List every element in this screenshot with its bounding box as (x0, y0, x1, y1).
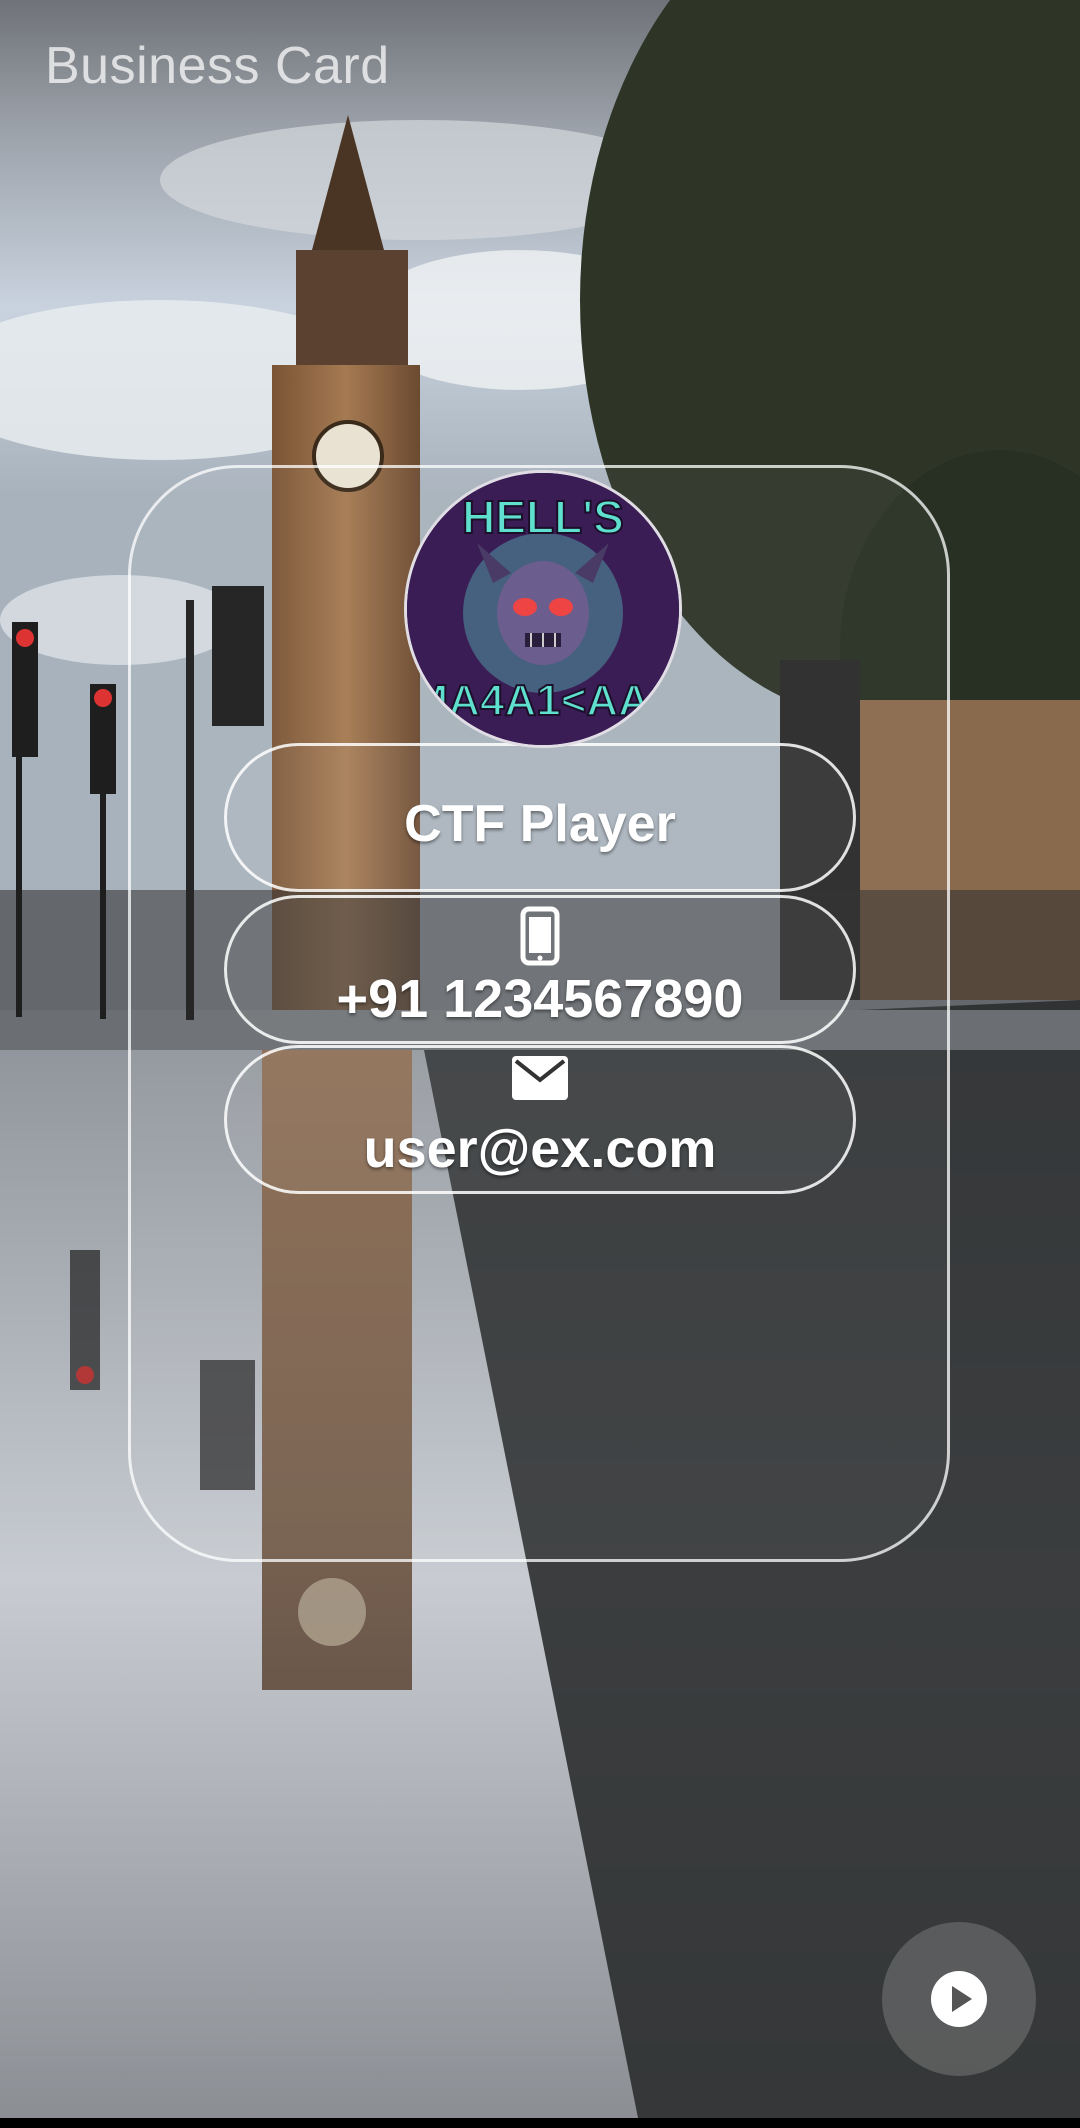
name-text: CTF Player (404, 795, 676, 853)
avatar-logo: HELL'S MA4A1<AA1 (407, 473, 679, 745)
email-field[interactable]: user@ex.com (224, 1045, 856, 1194)
phone-text[interactable]: +91 1234567890 (227, 968, 853, 1030)
envelope-icon (512, 1056, 568, 1105)
email-text[interactable]: user@ex.com (227, 1118, 853, 1180)
phone-field[interactable]: +91 1234567890 (224, 895, 856, 1044)
play-circle-icon (931, 1971, 987, 2027)
name-field: CTF Player (224, 743, 856, 892)
avatar: HELL'S MA4A1<AA1 (404, 470, 682, 748)
avatar-text-top: HELL'S (462, 491, 624, 543)
system-nav-bar (0, 2118, 1080, 2128)
smartphone-icon (520, 906, 560, 971)
app-title: Business Card (45, 37, 390, 95)
play-button[interactable] (882, 1922, 1036, 2076)
